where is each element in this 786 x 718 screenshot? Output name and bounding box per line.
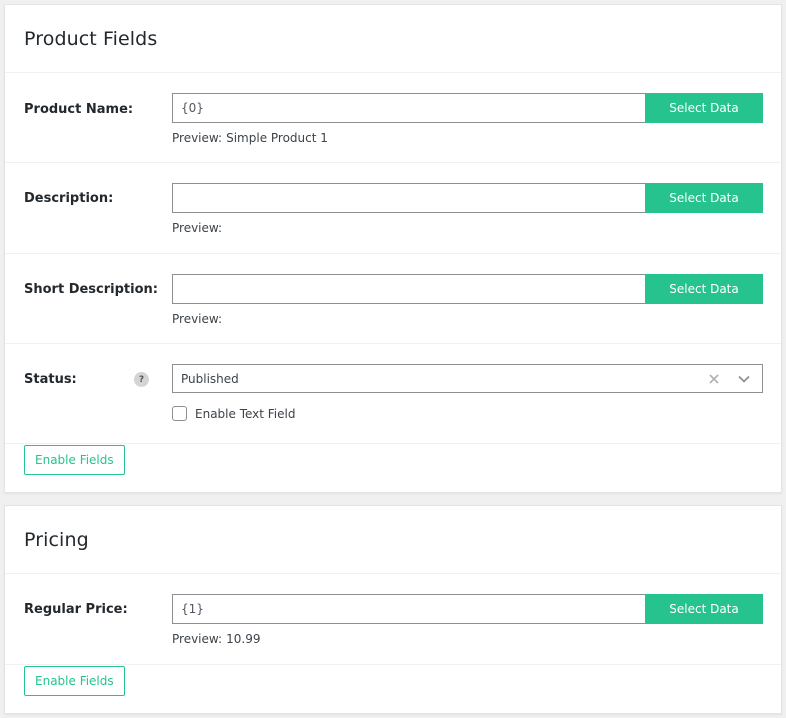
pricing-header: Pricing: [5, 506, 781, 574]
status-label: Status:: [24, 372, 77, 387]
regular-price-preview: Preview: 10.99: [172, 632, 260, 646]
regular-price-row: Regular Price: Select Data Preview:10.99: [5, 574, 781, 665]
product-name-label: Product Name:: [24, 102, 134, 117]
short-description-row: Short Description: Select Data Preview:: [5, 254, 781, 344]
product-fields-panel: Product Fields Product Name: Select Data…: [4, 4, 782, 493]
short-description-field: Select Data: [172, 274, 763, 304]
preview-label: Preview:: [172, 312, 223, 326]
status-select-value: Published: [181, 371, 239, 386]
help-icon[interactable]: ?: [134, 372, 149, 387]
product-fields-enable-fields-button[interactable]: Enable Fields: [24, 445, 125, 475]
enable-text-field-option[interactable]: Enable Text Field: [172, 406, 295, 421]
short-description-preview: Preview:: [172, 312, 226, 326]
description-preview: Preview:: [172, 221, 226, 235]
description-field: Select Data: [172, 183, 763, 213]
preview-label: Preview:: [172, 221, 223, 235]
pricing-enable-fields-button[interactable]: Enable Fields: [24, 666, 125, 696]
short-description-label: Short Description:: [24, 282, 158, 297]
pricing-title: Pricing: [24, 528, 89, 551]
preview-value: Simple Product 1: [226, 131, 328, 145]
product-name-field: Select Data: [172, 93, 763, 123]
enable-text-field-label: Enable Text Field: [195, 406, 296, 421]
product-fields-header: Product Fields: [5, 5, 781, 73]
product-name-select-data-button[interactable]: Select Data: [645, 93, 763, 123]
product-name-row: Product Name: Select Data Preview:Simple…: [5, 73, 781, 163]
enable-text-field-checkbox[interactable]: [172, 406, 187, 421]
description-input[interactable]: [172, 183, 645, 213]
description-row: Description: Select Data Preview:: [5, 163, 781, 254]
regular-price-input[interactable]: [172, 594, 645, 624]
preview-label: Preview:: [172, 632, 223, 646]
product-name-preview: Preview: Simple Product 1: [172, 131, 328, 145]
chevron-down-icon[interactable]: [736, 371, 752, 387]
pricing-panel: Pricing Regular Price: Select Data Previ…: [4, 505, 782, 714]
preview-value: 10.99: [226, 632, 261, 646]
product-name-input[interactable]: [172, 93, 645, 123]
short-description-input[interactable]: [172, 274, 645, 304]
regular-price-field: Select Data: [172, 594, 763, 624]
description-label: Description:: [24, 191, 114, 206]
status-select[interactable]: Published: [172, 364, 763, 393]
product-fields-title: Product Fields: [24, 27, 158, 50]
short-description-select-data-button[interactable]: Select Data: [645, 274, 763, 304]
description-select-data-button[interactable]: Select Data: [645, 183, 763, 213]
preview-label: Preview:: [172, 131, 223, 145]
clear-icon[interactable]: [706, 371, 722, 387]
regular-price-select-data-button[interactable]: Select Data: [645, 594, 763, 624]
regular-price-label: Regular Price:: [24, 602, 128, 617]
status-row: Status: ? Published Enable Text Field: [5, 344, 781, 444]
